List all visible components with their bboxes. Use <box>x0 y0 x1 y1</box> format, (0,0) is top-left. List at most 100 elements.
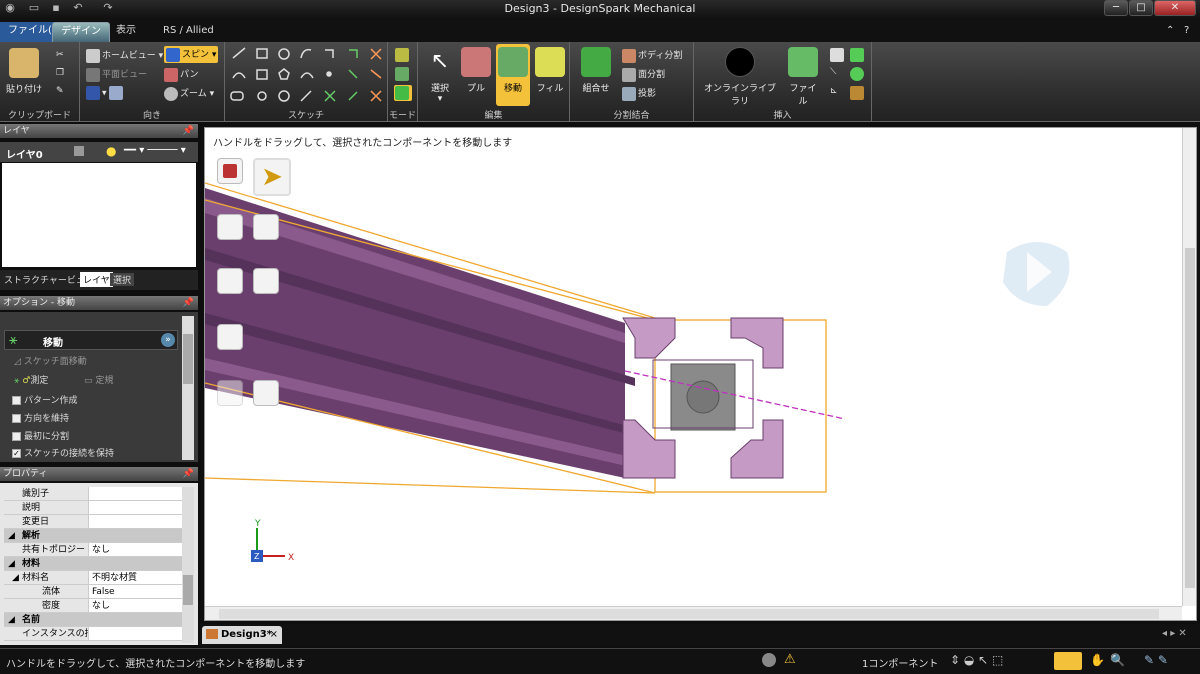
pan-button[interactable]: パン <box>164 67 198 82</box>
tab-selection[interactable]: 選択 <box>110 273 135 286</box>
property-category[interactable]: ◢ 解析 <box>4 529 182 543</box>
project-button[interactable]: 投影 <box>622 86 656 101</box>
plane-view-button[interactable]: 平面ビュー <box>86 67 147 82</box>
select-button[interactable]: ↖ 選択 ▾ <box>424 47 456 104</box>
minimize-button[interactable]: ─ <box>1104 0 1128 16</box>
pin-icon[interactable]: 📌 <box>183 296 194 310</box>
layers-list[interactable] <box>2 163 196 267</box>
cut-icon[interactable]: ✂ <box>56 50 64 60</box>
property-row[interactable]: 流体 False <box>4 585 182 599</box>
pin-icon[interactable]: 📌 <box>183 124 194 138</box>
viewport-hscroll[interactable] <box>205 606 1182 620</box>
copy-icon[interactable]: ❐ <box>56 68 64 78</box>
origin-insert-icon[interactable]: ⊾ <box>830 86 838 96</box>
tab-view[interactable]: 表示 <box>108 22 144 42</box>
path-move-icon[interactable] <box>253 268 279 294</box>
move-along-trajectory-icon[interactable] <box>253 214 279 240</box>
spin-center-icon[interactable] <box>1003 242 1070 306</box>
tab-design[interactable]: デザイン <box>52 22 110 42</box>
layer-name[interactable]: レイヤ0 <box>6 146 43 161</box>
zoom-button[interactable]: ズーム ▾ <box>164 86 214 101</box>
dimension-button[interactable]: ▭ 定規 <box>84 373 113 386</box>
pan-status-icon[interactable]: ✋ <box>1090 653 1105 667</box>
close-button[interactable]: ✕ <box>1154 0 1196 16</box>
fulcrum-tool-icon[interactable] <box>253 380 279 406</box>
options-scrollbar[interactable] <box>182 316 194 460</box>
sketch-mode-icon[interactable] <box>395 48 411 62</box>
property-row[interactable]: インスタンスの挿顕 <box>4 627 182 641</box>
offset-tool-icon <box>349 49 358 58</box>
format-painter-icon[interactable]: ✎ <box>56 86 64 96</box>
move-button[interactable]: 移動 <box>496 44 530 106</box>
checkbox-detach-first[interactable]: 最初に分割 <box>12 429 69 442</box>
spin-button[interactable]: スピン ▾ <box>164 46 219 63</box>
profile-cross-section[interactable] <box>622 317 784 479</box>
maximize-button[interactable]: □ <box>1129 0 1153 16</box>
close-tab-icon[interactable]: × <box>270 626 278 644</box>
layer-color-swatch[interactable] <box>74 146 84 156</box>
property-category[interactable]: ◢ 材料 <box>4 557 182 571</box>
split-body-button[interactable]: ボディ分割 <box>622 48 682 63</box>
selection-tools-icons[interactable]: ⇕ ◒ ↖ ⬚ <box>950 653 1003 667</box>
property-row[interactable]: 説明 <box>4 501 182 515</box>
spin-mode-status-icon[interactable] <box>1054 652 1082 670</box>
arc3pt-tool-icon <box>300 72 314 79</box>
anchor-tool-icon[interactable] <box>217 214 243 240</box>
paste-button[interactable]: 貼り付け <box>6 48 42 95</box>
home-view-button[interactable]: ホームビュー ▾ <box>86 48 163 63</box>
online-library-button[interactable]: オンラインライブラリ <box>700 47 780 107</box>
checkbox-pattern[interactable]: パターン作成 <box>12 393 78 406</box>
insert-file-button[interactable]: ファイル <box>786 47 820 107</box>
pencil-status-icon[interactable]: ✎ ✎ <box>1144 653 1168 667</box>
view-cube-button[interactable]: ▾ <box>86 86 125 100</box>
line-style-dropdown[interactable]: ━━ ▾ ───── ▾ <box>124 145 186 156</box>
axis-insert-icon[interactable]: ⟍ <box>830 67 836 77</box>
property-category[interactable]: ◢ 名前 <box>4 613 182 627</box>
move-direction-icon[interactable] <box>217 268 243 294</box>
properties-scrollbar[interactable] <box>182 487 194 643</box>
layers-panel-header: レイヤ 📌 <box>0 124 198 138</box>
property-row[interactable]: 共有トポロジー なし <box>4 543 182 557</box>
visibility-bulb-icon[interactable]: ● <box>106 144 116 158</box>
pin-icon[interactable]: 📌 <box>183 467 194 481</box>
measure-button[interactable]: ⚹ ♂測定 <box>14 373 48 386</box>
pointer-tool-icon[interactable]: ➤ <box>253 158 291 196</box>
combine-button[interactable]: 組合せ <box>576 47 616 94</box>
tab-scroll-arrows[interactable]: ◂ ▸ ✕ <box>1162 628 1187 639</box>
property-row[interactable]: 識別子 <box>4 487 182 501</box>
help-icon[interactable]: ? <box>1176 22 1197 42</box>
ruler-tool-icon[interactable] <box>217 380 243 406</box>
property-row[interactable]: ◢ 材料名 不明な材質 <box>4 571 182 585</box>
shell-insert-icon[interactable] <box>850 86 866 100</box>
collapse-icon[interactable]: » <box>161 333 175 347</box>
viewport-vscroll[interactable] <box>1182 128 1196 606</box>
tab-layers[interactable]: レイヤ <box>80 272 113 287</box>
tab-rs-allied[interactable]: RS / Allied <box>155 22 222 42</box>
cylinder-insert-icon[interactable] <box>850 48 866 62</box>
expand-icon[interactable]: ◢ <box>12 571 19 585</box>
model-canvas[interactable]: Y Z X <box>205 128 1196 608</box>
sphere-insert-icon[interactable] <box>850 67 866 81</box>
property-row[interactable]: 密度 なし <box>4 599 182 613</box>
3d-viewport[interactable]: ハンドルをドラッグして、選択されたコンポーネントを移動します Y Z X ➤ <box>204 127 1197 621</box>
doc-tab-design3[interactable]: Design3* × <box>202 626 282 644</box>
split-face-button[interactable]: 面分割 <box>622 67 665 82</box>
sketch-tools-grid[interactable] <box>229 46 389 108</box>
status-indicator-icon[interactable] <box>762 653 776 667</box>
expand-icon[interactable]: ◢ <box>8 529 15 543</box>
checkbox-maintain-sketch[interactable]: ✓ スケッチの接続を保持 <box>12 446 114 459</box>
section-mode-icon[interactable] <box>395 67 411 81</box>
expand-icon[interactable]: ◢ <box>8 557 15 571</box>
fill-button[interactable]: フィル <box>534 47 566 94</box>
checkbox-keep-orientation[interactable]: 方向を維持 <box>12 411 69 424</box>
pull-button[interactable]: プル <box>460 47 492 94</box>
3d-mode-icon[interactable] <box>394 85 412 101</box>
expand-icon[interactable]: ◢ <box>8 613 15 627</box>
select-component-tool-icon[interactable] <box>217 158 243 184</box>
property-row[interactable]: 変更日 <box>4 515 182 529</box>
plane-insert-icon[interactable] <box>830 48 846 62</box>
sketch-plane-move-button[interactable]: ◿ スケッチ面移動 <box>14 354 87 367</box>
up-to-tool-icon[interactable] <box>217 324 243 350</box>
zoom-status-icon[interactable]: 🔍 <box>1110 653 1125 667</box>
warning-icon[interactable]: ⚠ <box>784 652 796 667</box>
